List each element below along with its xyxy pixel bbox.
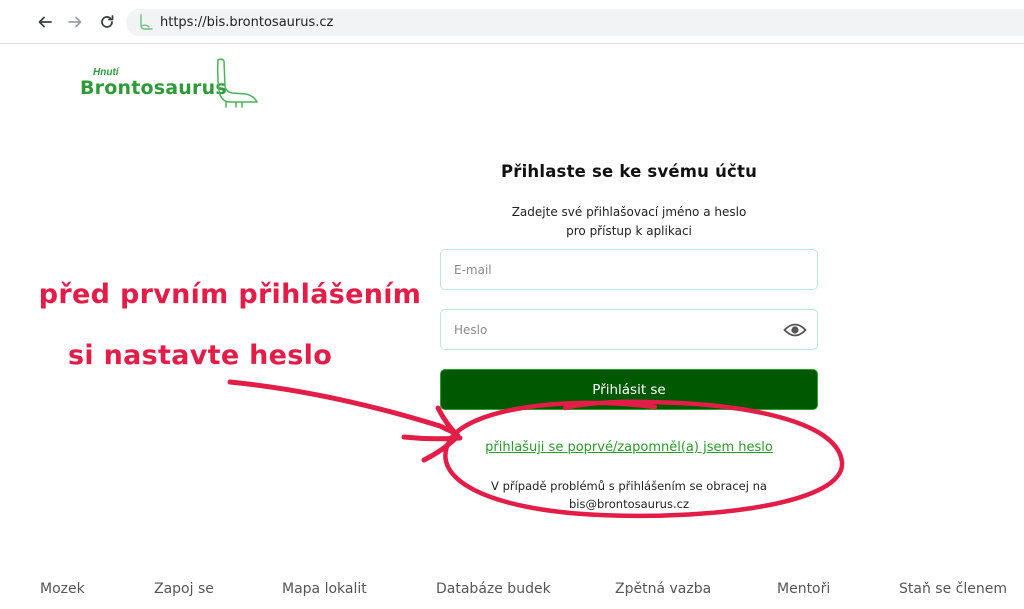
contact-text: V případě problémů s přihlášením se obra… [491,479,767,493]
dinosaur-logo-icon [216,58,258,108]
login-subtitle: Zadejte své přihlašovací jméno a heslo p… [440,203,818,241]
footer-link-zpetna-vazba[interactable]: Zpětná vazba [615,581,711,597]
back-button[interactable] [33,10,57,34]
eye-icon[interactable] [783,320,807,340]
footer-link-zapoj-se[interactable]: Zapoj se [154,581,214,597]
address-url[interactable]: https://bis.brontosaurus.cz [160,15,333,30]
footer-nav: Mozek Zapoj se Mapa lokalit Databáze bud… [0,575,1024,605]
login-subtitle-line-1: Zadejte své přihlašovací jméno a heslo [511,205,747,219]
password-field[interactable] [440,309,818,350]
password-input[interactable] [441,310,817,349]
annotation-line-1: před prvním přihlášením [38,279,422,310]
footer-link-mentori[interactable]: Mentoři [777,581,830,597]
brand-logo[interactable]: Hnutí Brontosaurus [80,56,260,108]
forward-button[interactable] [63,10,87,34]
contact-email: bis@brontosaurus.cz [569,497,689,511]
arrow-left-icon [38,16,52,28]
reload-icon [101,15,114,28]
reload-button[interactable] [95,10,119,34]
arrow-right-icon [68,16,82,28]
footer-link-databaze-budek[interactable]: Databáze budek [436,581,551,597]
dinosaur-favicon-icon [140,14,153,30]
footer-link-mozek[interactable]: Mozek [40,581,85,597]
login-subtitle-line-2: pro přístup k aplikaci [566,224,692,238]
footer-link-stan-se-clenem[interactable]: Staň se členem [899,581,1007,597]
email-input[interactable] [441,250,817,289]
login-title: Přihlaste se ke svému účtu [500,162,758,181]
forgot-password-link[interactable]: přihlašuji se poprvé/zapomněl(a) jsem he… [440,440,818,455]
browser-toolbar: https://bis.brontosaurus.cz [0,0,1024,44]
email-field[interactable] [440,249,818,290]
footer-link-mapa-lokalit[interactable]: Mapa lokalit [282,581,367,597]
address-bar[interactable]: https://bis.brontosaurus.cz [126,9,1024,36]
login-button[interactable]: Přihlásit se [440,369,818,410]
contact-info: V případě problémů s přihlášením se obra… [440,477,818,513]
annotation-line-2: si nastavte heslo [67,340,333,371]
annotation-arrow [227,379,463,463]
